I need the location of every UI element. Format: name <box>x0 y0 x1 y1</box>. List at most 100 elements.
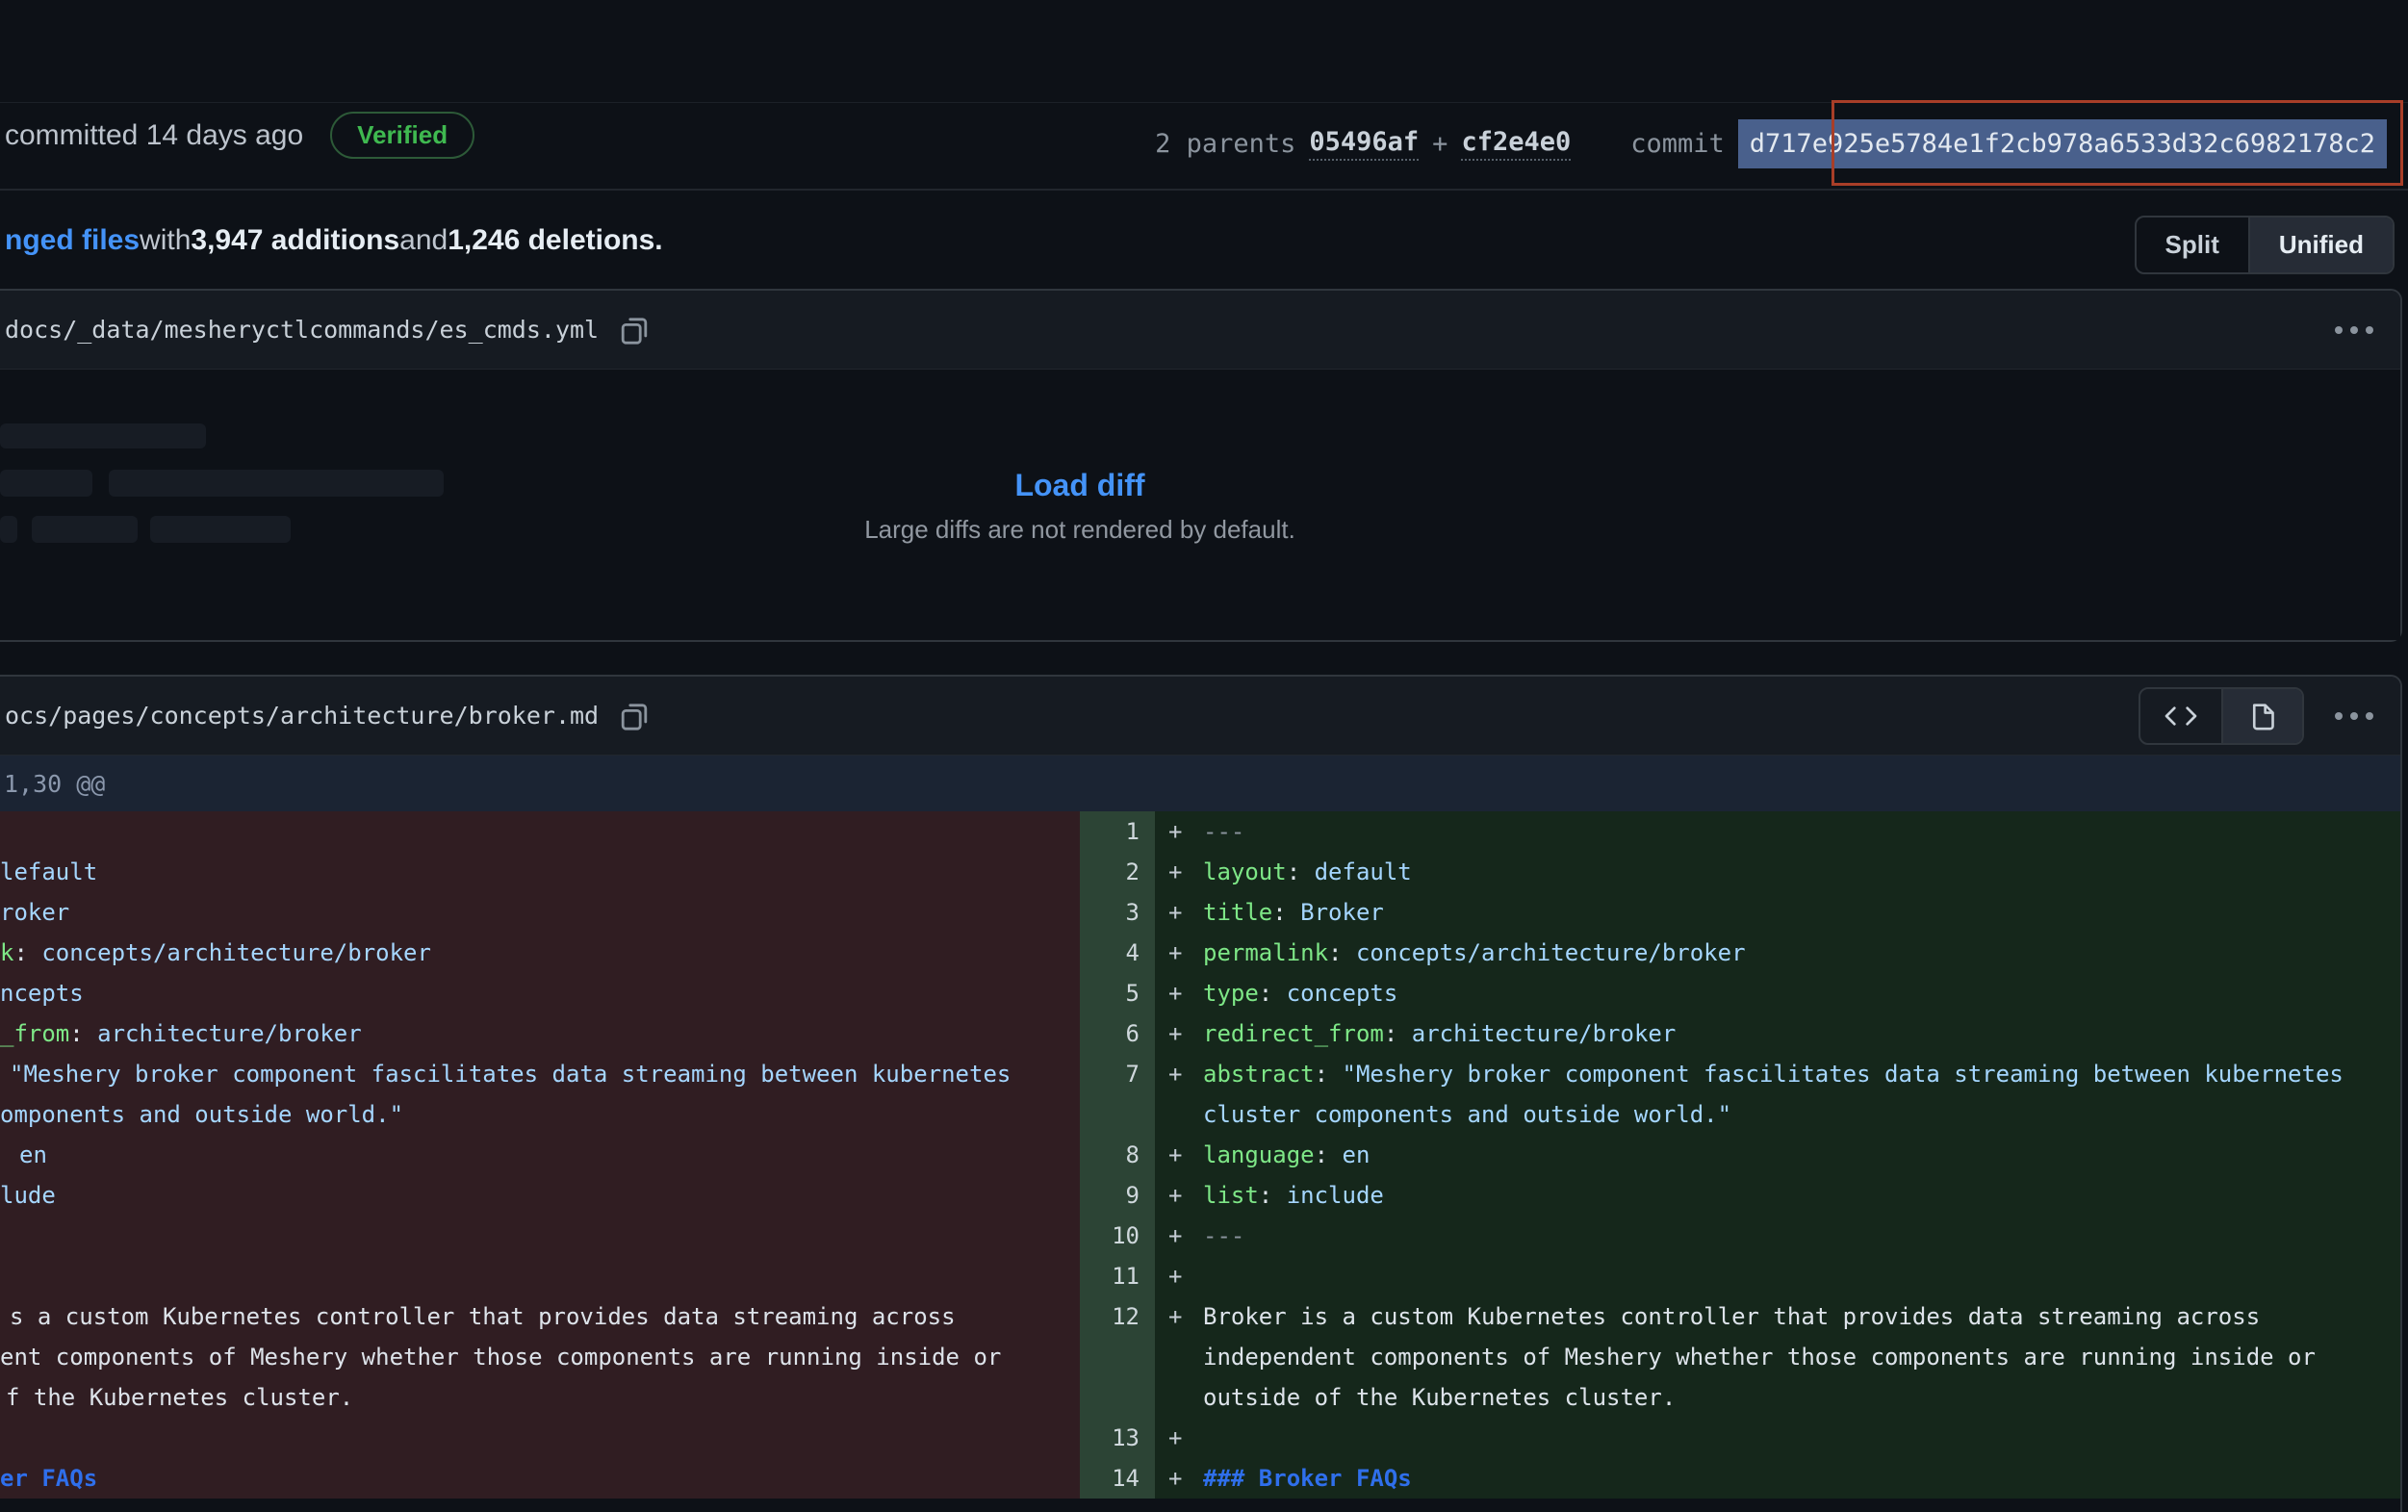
line-number[interactable]: 11 <box>1080 1256 1155 1296</box>
diff-line-left: er FAQs <box>0 1458 1080 1499</box>
code-segment: architecture/broker <box>1412 1013 1677 1054</box>
verified-badge[interactable]: Verified <box>330 112 474 159</box>
line-number[interactable]: 1 <box>1080 811 1155 852</box>
line-number[interactable]: 3 <box>1080 892 1155 933</box>
diff-marker: + <box>1155 1175 1203 1216</box>
diff-marker <box>1155 1377 1203 1418</box>
line-number[interactable]: 4 <box>1080 933 1155 973</box>
code-segment: include <box>1287 1175 1384 1216</box>
load-diff-note: Large diffs are not rendered by default. <box>0 515 2160 545</box>
source-view-button[interactable] <box>2140 689 2221 743</box>
diff-marker: + <box>1155 1216 1203 1256</box>
diff-marker: + <box>1155 1013 1203 1054</box>
code-line: +Broker is a custom Kubernetes controlle… <box>1155 1296 2400 1337</box>
diff-line-right: outside of the Kubernetes cluster. <box>1080 1377 2400 1418</box>
diff-line-right: 11+ <box>1080 1256 2400 1296</box>
copy-path-icon[interactable] <box>620 314 651 346</box>
line-number[interactable]: 7 <box>1080 1054 1155 1094</box>
code-line: + <box>1155 1418 2400 1458</box>
diff-line-left <box>0 1216 1080 1256</box>
code-segment: : <box>1315 1054 1343 1094</box>
parent-commit-link-2[interactable]: cf2e4e0 <box>1461 127 1571 161</box>
parent-commit-link-1[interactable]: 05496af <box>1309 127 1419 161</box>
line-number[interactable]: 5 <box>1080 973 1155 1013</box>
diff-line-left: omponents and outside world." <box>0 1094 1080 1135</box>
diff-line-right: cluster components and outside world." <box>1080 1094 2400 1135</box>
code-segment: outside of the Kubernetes cluster. <box>1203 1377 1676 1418</box>
diff-line-right: 9+list: include <box>1080 1175 2400 1216</box>
file-path-2[interactable]: ocs/pages/concepts/architecture/broker.m… <box>5 702 599 730</box>
code-segment: "Meshery broker component fascilitates d… <box>10 1061 1011 1088</box>
diff-line-right: 4+permalink: concepts/architecture/broke… <box>1080 933 2400 973</box>
copy-path-icon[interactable] <box>620 700 651 732</box>
line-number[interactable]: 8 <box>1080 1135 1155 1175</box>
parents-label: 2 parents <box>1155 129 1295 159</box>
changed-files-link[interactable]: nged files <box>5 224 140 257</box>
line-number <box>1080 1094 1155 1135</box>
code-line: +layout: default <box>1155 852 2400 892</box>
diff-marker: + <box>1155 811 1203 852</box>
stats-deletions: 1,246 deletions. <box>448 224 662 257</box>
parents-plus: + <box>1432 129 1447 159</box>
skeleton-bar <box>0 423 206 448</box>
code-line: + <box>1155 1256 2400 1296</box>
code-segment: ### Broker FAQs <box>1203 1458 1412 1499</box>
commit-label: commit <box>1630 129 1725 159</box>
code-segment: : <box>1328 933 1356 973</box>
diff-line-right: 5+type: concepts <box>1080 973 2400 1013</box>
code-segment: lude <box>0 1182 56 1209</box>
diff-marker: + <box>1155 1256 1203 1296</box>
line-number <box>1080 1337 1155 1377</box>
code-segment: : <box>1259 1175 1287 1216</box>
diff-line-left: en <box>0 1135 1080 1175</box>
line-number[interactable]: 14 <box>1080 1458 1155 1499</box>
code-segment: Broker is a custom Kubernetes controller… <box>1203 1296 2260 1337</box>
diff-line-left <box>0 811 1080 852</box>
code-line: +--- <box>1155 1216 2400 1256</box>
split-view-button[interactable]: Split <box>2137 218 2248 272</box>
diff-line-left <box>0 1418 1080 1458</box>
load-diff-link[interactable]: Load diff <box>1014 468 1144 503</box>
code-line: independent components of Meshery whethe… <box>1155 1337 2400 1377</box>
diff-right-column: 1+---2+layout: default3+title: Broker4+p… <box>1080 811 2400 1499</box>
rich-view-button[interactable] <box>2221 689 2302 743</box>
code-segment: language <box>1203 1135 1315 1175</box>
code-segment: concepts/architecture/broker <box>1356 933 1746 973</box>
diff-line-right: 3+title: Broker <box>1080 892 2400 933</box>
line-number[interactable]: 13 <box>1080 1418 1155 1458</box>
code-line: +### Broker FAQs <box>1155 1458 2400 1499</box>
diff-line-left: _from: architecture/broker <box>0 1013 1080 1054</box>
diff-marker <box>1155 1337 1203 1377</box>
line-number[interactable]: 2 <box>1080 852 1155 892</box>
file-path-1[interactable]: docs/_data/mesheryctlcommands/es_cmds.ym… <box>5 316 599 344</box>
line-number[interactable]: 6 <box>1080 1013 1155 1054</box>
diff-marker: + <box>1155 1418 1203 1458</box>
line-number[interactable]: 12 <box>1080 1296 1155 1337</box>
line-number[interactable]: 10 <box>1080 1216 1155 1256</box>
code-segment: : <box>69 1020 97 1047</box>
code-segment: redirect_from <box>1203 1013 1384 1054</box>
commit-sha: d717e925e5784e1f2cb978a6533d32c6982178c2 <box>1738 119 2387 168</box>
file-diff-card-2: ocs/pages/concepts/architecture/broker.m… <box>0 675 2402 1512</box>
code-segment: concepts/architecture/broker <box>41 939 431 966</box>
diff-line-left: ent components of Meshery whether those … <box>0 1337 1080 1377</box>
line-number[interactable]: 9 <box>1080 1175 1155 1216</box>
file-options-icon[interactable] <box>2333 324 2375 336</box>
diff-marker <box>1155 1094 1203 1135</box>
code-segment: abstract <box>1203 1054 1315 1094</box>
file-options-icon[interactable] <box>2333 710 2375 722</box>
diff-line-right: 1+--- <box>1080 811 2400 852</box>
file-header-2: ocs/pages/concepts/architecture/broker.m… <box>0 677 2400 756</box>
code-segment: _from <box>0 1020 69 1047</box>
code-segment: s a custom Kubernetes controller that pr… <box>10 1303 956 1330</box>
code-segment: architecture/broker <box>97 1020 362 1047</box>
diff-line-right: independent components of Meshery whethe… <box>1080 1337 2400 1377</box>
code-segment: en <box>1343 1135 1371 1175</box>
diff-line-right: 6+redirect_from: architecture/broker <box>1080 1013 2400 1054</box>
diff-line-left: lefault <box>0 852 1080 892</box>
diff-marker: + <box>1155 1458 1203 1499</box>
code-segment: independent components of Meshery whethe… <box>1203 1337 2316 1377</box>
commit-time-text: committed 14 days ago <box>5 119 303 152</box>
diff-marker: + <box>1155 892 1203 933</box>
unified-view-button[interactable]: Unified <box>2248 218 2393 272</box>
